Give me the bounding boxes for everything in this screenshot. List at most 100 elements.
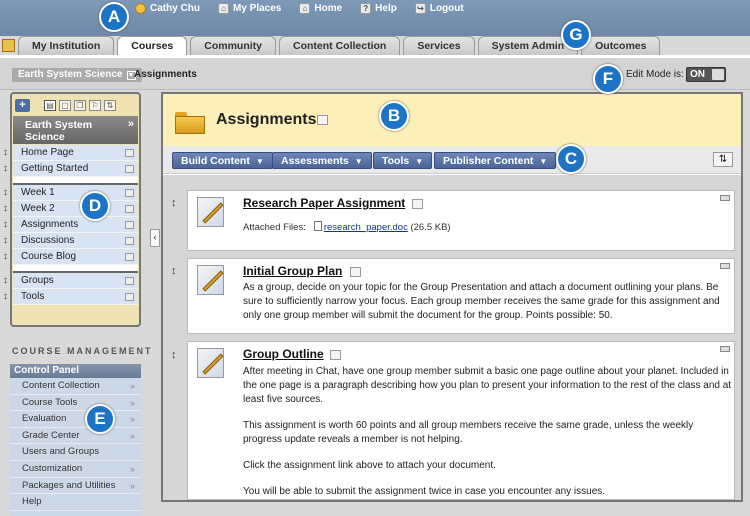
move-handle-icon[interactable]: ↕ — [3, 217, 8, 233]
chevron-down-icon[interactable] — [125, 237, 134, 245]
control-panel-item[interactable]: Help — [10, 494, 141, 511]
move-handle-icon[interactable]: ↕ — [3, 233, 8, 249]
minimize-icon[interactable] — [720, 263, 730, 269]
publisher-content-button[interactable]: Publisher Content ▼ — [434, 152, 557, 169]
assessments-button[interactable]: Assessments ▼ — [272, 152, 372, 169]
move-handle-icon[interactable]: ↕ — [3, 145, 8, 161]
build-content-label: Build Content — [181, 155, 250, 167]
assignment-icon — [197, 265, 224, 295]
description-paragraph: Click the assignment link above to attac… — [243, 460, 496, 471]
tab-services[interactable]: Services — [403, 36, 475, 55]
control-panel-item[interactable]: Grade Center » — [10, 428, 141, 445]
add-menu-item-button[interactable]: + — [15, 99, 30, 112]
menu-item-label: Assignments — [21, 219, 79, 230]
control-panel-item[interactable]: Course Tools » — [10, 395, 141, 412]
move-handle-icon[interactable]: ↕ — [3, 201, 8, 217]
chevron-down-icon[interactable] — [125, 205, 134, 213]
item-title-link[interactable]: Group Outline — [243, 347, 324, 361]
tab-community[interactable]: Community — [190, 36, 277, 55]
minimize-icon[interactable] — [720, 346, 730, 352]
menu-item-getting-started[interactable]: ↕ Getting Started — [3, 161, 138, 177]
user-name-link[interactable]: Cathy Chu — [135, 1, 200, 15]
chevron-down-icon[interactable] — [125, 189, 134, 197]
collapse-menu-button[interactable]: ‹ — [150, 229, 160, 247]
tools-button[interactable]: Tools ▼ — [373, 152, 433, 169]
settings-icon[interactable]: ⚐ — [89, 100, 101, 111]
menu-item-assignments[interactable]: ↕ Assignments — [3, 217, 138, 233]
menu-item-discussions[interactable]: ↕ Discussions — [3, 233, 138, 249]
edit-mode-toggle[interactable]: ON — [686, 67, 726, 82]
control-panel-title: Control Panel — [14, 365, 80, 376]
chevron-down-icon[interactable] — [330, 350, 341, 360]
help-link[interactable]: ? Help — [360, 1, 397, 15]
menu-item-week-2[interactable]: ↕ Week 2 — [3, 201, 138, 217]
tab-outcomes[interactable]: Outcomes — [581, 36, 661, 55]
reorder-icon[interactable]: ⇅ — [713, 152, 733, 167]
new-window-icon[interactable]: ❐ — [74, 100, 86, 111]
folder-icon — [175, 112, 205, 134]
chevron-down-icon[interactable] — [317, 115, 328, 125]
expand-arrow-icon: » — [129, 381, 135, 391]
course-menu-toolbar: + ▤ ▢ ❐ ⚐ ⇅ — [15, 97, 138, 114]
my-places-link[interactable]: ⌂ My Places — [218, 1, 281, 15]
move-handle-icon[interactable]: ↕ — [3, 161, 8, 177]
move-handle-icon[interactable]: ↕ — [171, 349, 177, 361]
logout-link[interactable]: ↪ Logout — [414, 1, 464, 15]
tab-content-collection[interactable]: Content Collection — [279, 36, 401, 55]
chevron-down-icon[interactable] — [412, 199, 423, 209]
chevron-down-icon[interactable] — [125, 221, 134, 229]
content-items: ↕ Research Paper Assignment Attached Fil… — [163, 175, 741, 500]
move-handle-icon[interactable]: ↕ — [171, 265, 177, 277]
course-menu: + ▤ ▢ ❐ ⚐ ⇅ Earth System Science » ↕ Home … — [3, 92, 141, 327]
expand-arrow-icon: » — [129, 397, 135, 408]
chevron-down-icon[interactable] — [125, 293, 134, 301]
move-handle-icon[interactable]: ↕ — [3, 249, 8, 265]
control-panel-item[interactable]: Packages and Utilities » — [10, 478, 141, 495]
menu-item-groups[interactable]: ↕ Groups — [3, 273, 138, 289]
control-panel-item[interactable]: Evaluation » — [10, 411, 141, 428]
publisher-content-label: Publisher Content — [443, 155, 534, 167]
breadcrumb-course[interactable]: Earth System Science ▼ — [12, 68, 142, 82]
build-content-button[interactable]: Build Content ▼ — [172, 152, 273, 169]
chevron-down-icon[interactable] — [125, 165, 134, 173]
chevron-down-icon[interactable] — [350, 267, 361, 277]
menu-item-label: Week 1 — [21, 187, 55, 198]
reorder-icon[interactable]: ⇅ — [104, 100, 116, 111]
user-icon — [135, 2, 146, 14]
item-title-link[interactable]: Initial Group Plan — [243, 264, 342, 278]
menu-item-label: Getting Started — [21, 163, 89, 174]
control-panel-header[interactable]: Control Panel — [10, 364, 141, 378]
tools-label: Tools — [382, 155, 410, 167]
collapse-arrow-icon[interactable]: » — [128, 118, 134, 130]
move-handle-icon[interactable]: ↕ — [3, 273, 8, 289]
attachment-link[interactable]: research_paper.doc — [324, 222, 408, 233]
home-link[interactable]: ⌂ Home — [299, 1, 342, 15]
chevron-down-icon: ▼ — [539, 157, 548, 166]
control-panel-item[interactable]: Users and Groups — [10, 444, 141, 461]
chevron-down-icon[interactable] — [125, 149, 134, 157]
tab-courses[interactable]: Courses — [117, 36, 188, 55]
chevron-down-icon[interactable] — [125, 277, 134, 285]
tab-my-institution[interactable]: My Institution — [18, 36, 115, 55]
assignment-icon — [197, 348, 224, 378]
move-handle-icon[interactable]: ↕ — [3, 289, 8, 305]
menu-item-week-1[interactable]: ↕ Week 1 — [3, 185, 138, 201]
control-panel-item[interactable]: Customization » — [10, 461, 141, 478]
menu-item-tools[interactable]: ↕ Tools — [3, 289, 138, 305]
control-panel-item[interactable]: Content Collection » — [10, 378, 141, 395]
chevron-down-icon[interactable] — [125, 253, 134, 261]
action-bar: Build Content ▼ Assessments ▼ Tools ▼ Publi… — [163, 146, 741, 174]
move-handle-icon[interactable]: ↕ — [171, 197, 177, 209]
menu-item-course-blog[interactable]: ↕ Course Blog — [3, 249, 138, 265]
list-view-icon[interactable]: ▤ — [44, 100, 56, 111]
assessments-label: Assessments — [281, 155, 349, 167]
menu-toggle-icon[interactable] — [2, 39, 15, 52]
item-title-link[interactable]: Research Paper Assignment — [243, 196, 405, 210]
menu-item-label: Tools — [21, 291, 45, 302]
menu-item-home-page[interactable]: ↕ Home Page — [3, 145, 138, 161]
move-handle-icon[interactable]: ↕ — [3, 185, 8, 201]
folder-view-icon[interactable]: ▢ — [59, 100, 71, 111]
course-menu-title[interactable]: Earth System Science » — [13, 116, 138, 144]
minimize-icon[interactable] — [720, 195, 730, 201]
expand-arrow-icon: » — [129, 430, 135, 441]
